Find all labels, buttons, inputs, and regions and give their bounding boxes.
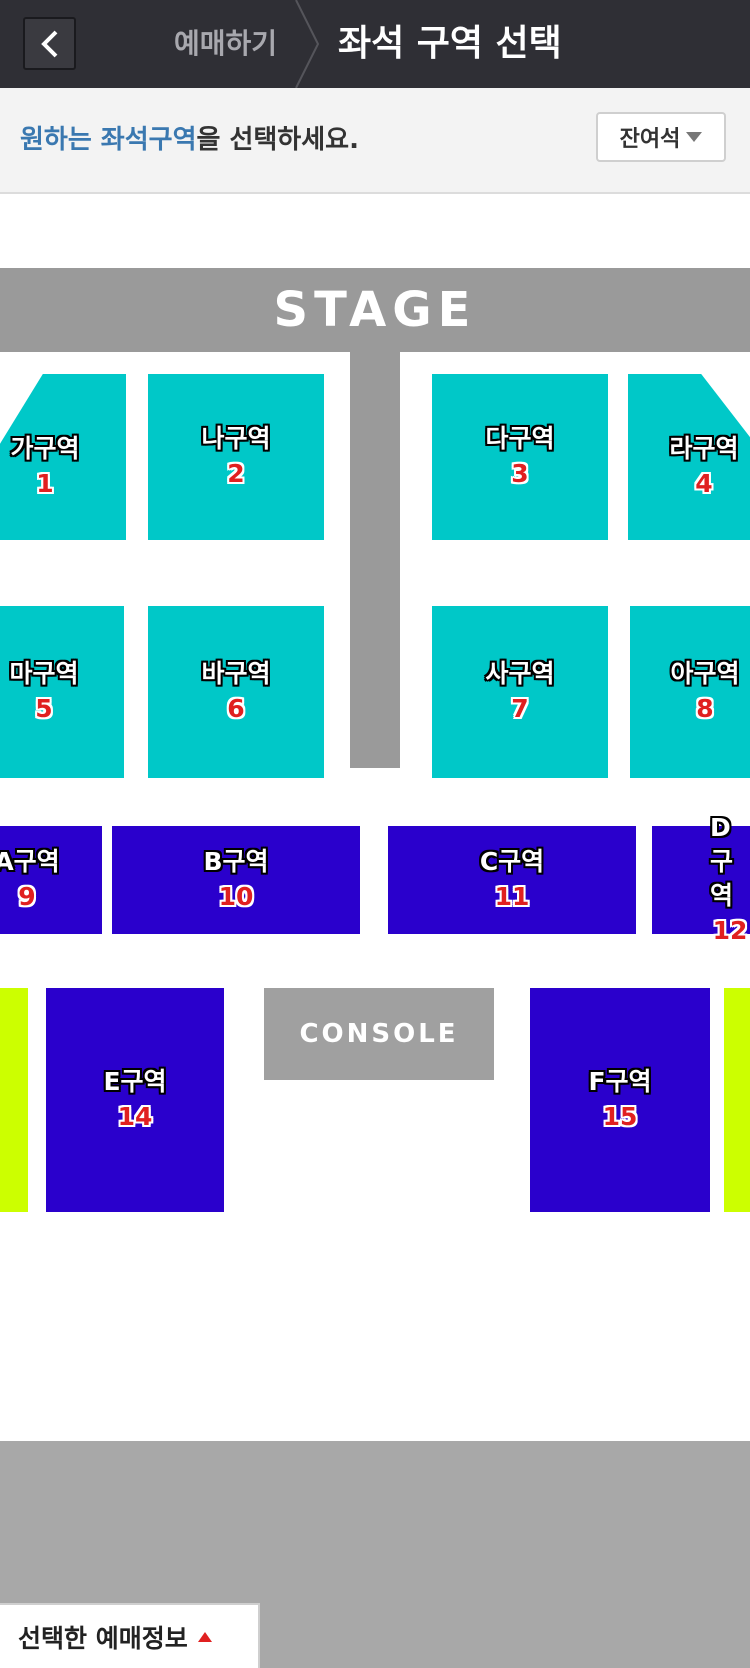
zone-number: 3 — [511, 459, 529, 488]
breadcrumb-chevron-icon — [295, 0, 320, 88]
caret-down-icon — [686, 132, 703, 142]
zone-ma[interactable]: 마구역 5 — [0, 606, 124, 778]
top-header: 예매하기 좌석 구역 선택 — [0, 0, 750, 88]
remaining-seats-dropdown[interactable]: 잔여석 — [596, 112, 726, 162]
zone-a-9[interactable]: A구역 9 — [0, 826, 102, 934]
zone-d[interactable]: D구역 12 — [652, 813, 750, 945]
zone-name: 마구역 — [9, 659, 79, 688]
breadcrumb-previous-step[interactable]: 예매하기 — [174, 22, 277, 66]
instruction-bar: 원하는 좌석구역을 선택하세요. 잔여석 — [0, 88, 750, 194]
zone-na[interactable]: 나구역 2 — [148, 374, 324, 540]
zone-name: A구역 — [0, 847, 60, 876]
seat-map: STAGE 가구역 1 나구역 2 다구역 3 라구역 4 마구역 5 바구역 … — [0, 194, 750, 1441]
zone-ba[interactable]: 바구역 6 — [148, 606, 324, 778]
zone-number: 14 — [117, 1102, 153, 1131]
zone-number: 1 — [36, 469, 54, 498]
zone-number: 11 — [494, 882, 530, 911]
stage-runway — [350, 352, 400, 768]
stage-label: STAGE — [273, 282, 477, 338]
zone-number: 6 — [227, 694, 245, 723]
side-zone-right[interactable] — [724, 988, 750, 1212]
zone-number: 8 — [696, 694, 714, 723]
zone-b[interactable]: B구역 10 — [112, 826, 360, 934]
instruction-text: 원하는 좌석구역을 선택하세요. — [20, 122, 359, 158]
zone-number: 5 — [35, 694, 53, 723]
instruction-highlight: 원하는 좌석구역 — [20, 125, 197, 155]
chevron-left-icon — [40, 30, 57, 57]
console: CONSOLE — [264, 988, 494, 1080]
zone-number: 12 — [712, 916, 748, 945]
booking-info-label: 선택한 예매정보 — [18, 1623, 188, 1653]
zone-name: F구역 — [588, 1067, 652, 1096]
back-button[interactable] — [23, 17, 76, 70]
instruction-rest: 을 선택하세요. — [196, 125, 359, 155]
console-label: CONSOLE — [299, 1019, 459, 1049]
zone-name: 아구역 — [670, 659, 740, 688]
zone-name: E구역 — [103, 1067, 167, 1096]
zone-number: 2 — [227, 459, 245, 488]
zone-f[interactable]: F구역 15 — [530, 988, 710, 1212]
zone-a[interactable]: 아구역 8 — [630, 606, 750, 778]
zone-sa[interactable]: 사구역 7 — [432, 606, 608, 778]
bottom-panel: 선택한 예매정보 — [0, 1441, 750, 1668]
zone-number: 10 — [218, 882, 254, 911]
side-zone-left[interactable] — [0, 988, 28, 1212]
zone-number: 15 — [602, 1102, 638, 1131]
zone-name: 라구역 — [669, 434, 739, 463]
zone-name: 나구역 — [201, 424, 271, 453]
zone-ga[interactable]: 가구역 1 — [0, 374, 126, 540]
selected-booking-info-toggle[interactable]: 선택한 예매정보 — [0, 1603, 260, 1668]
zone-name: D구역 — [710, 813, 734, 910]
zone-number: 9 — [18, 882, 36, 911]
zone-da[interactable]: 다구역 3 — [432, 374, 608, 540]
zone-ra[interactable]: 라구역 4 — [628, 374, 750, 540]
zone-e[interactable]: E구역 14 — [46, 988, 224, 1212]
zone-number: 4 — [695, 469, 713, 498]
page-title: 좌석 구역 선택 — [338, 23, 562, 64]
zone-name: 다구역 — [485, 424, 555, 453]
zone-name: 사구역 — [485, 659, 555, 688]
caret-up-icon — [197, 1631, 212, 1642]
zone-name: B구역 — [203, 847, 269, 876]
zone-number: 7 — [511, 694, 529, 723]
zone-name: 가구역 — [10, 434, 80, 463]
zone-name: C구역 — [479, 847, 545, 876]
stage: STAGE — [0, 268, 750, 352]
zone-name: 바구역 — [201, 659, 271, 688]
zone-c[interactable]: C구역 11 — [388, 826, 636, 934]
remaining-seats-label: 잔여석 — [619, 127, 681, 152]
